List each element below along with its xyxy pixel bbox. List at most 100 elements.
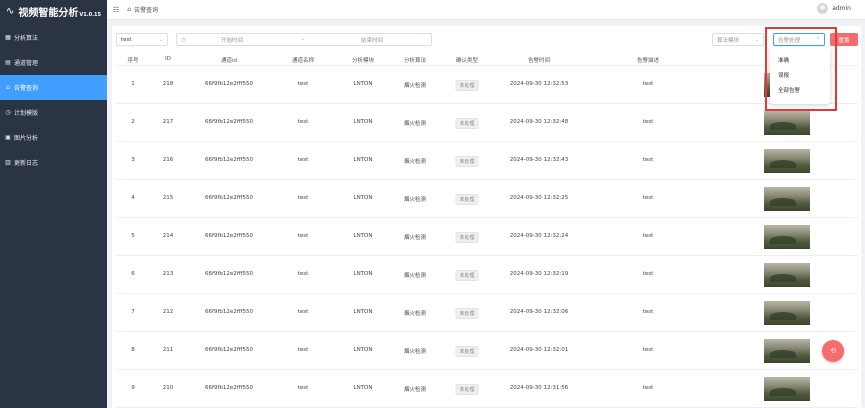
table-header: 序号 ID 通道id 通道名称 分析模块 分析算法 确认类型 告警时间 告警描述 [116,52,858,66]
alarm-snapshot-thumbnail[interactable] [764,111,810,135]
cell-desc: test [642,271,654,277]
status-badge: 未处理 [455,384,479,395]
avatar[interactable] [817,3,829,14]
cell-desc: test [642,309,654,315]
cell-time: 2024-09-30 12:32:06 [509,309,569,315]
home-icon: ⌂ [127,6,132,13]
algorithm-select[interactable]: 算法模块 ⌄ [712,33,764,46]
sidebar-item-1[interactable]: ▤ 通道管理 [0,50,107,75]
column-header: 告警时间 [527,58,551,64]
home-icon: ⌂ [6,83,10,91]
user-menu[interactable]: admin [817,3,851,14]
cell-id: 216 [162,157,174,163]
clock-icon: ◷ [5,108,11,116]
alarm-snapshot-thumbnail[interactable] [764,339,810,363]
column-header: 分析算法 [403,58,427,64]
cell-algorithm: 烟火检测 [403,349,427,355]
sidebar-item-0[interactable]: ▦ 分析算法 [0,25,107,50]
cell-channel-id: 66f9fb12e2fff550 [205,157,253,163]
cell-module: LNTON [353,271,373,277]
cell-algorithm: 烟火检测 [403,235,427,241]
cell-id: 217 [162,119,174,125]
floating-action-button[interactable]: ⟲ [822,340,844,362]
alarm-snapshot-thumbnail[interactable] [764,149,810,173]
cell-time: 2024-09-30 12:32:53 [509,81,569,87]
cell-channel-id: 66f9fb12e2fff550 [205,271,253,277]
cell-index: 4 [131,195,135,201]
cell-desc: test [642,233,654,239]
cell-id: 218 [162,81,174,87]
channel-icon: ▤ [5,58,11,66]
cell-time: 2024-09-30 12:32:01 [509,347,569,353]
table-row[interactable]: 6 213 66f9fb12e2fff550 test LNTON 烟火检测 未处理 2024… [116,256,858,294]
algorithm-select-placeholder: 算法模块 [717,37,740,44]
table-row[interactable]: 9 210 66f9fb12e2fff550 test LNTON 烟火检测 未处理 2024… [116,370,858,408]
log-icon: ▥ [5,158,11,166]
chevron-down-icon: ⌄ [754,37,759,43]
channel-select-value: test [121,36,132,43]
column-header: 通道id [220,58,238,64]
sidebar-item-4[interactable]: ▣ 图片分析 [0,125,107,150]
table-row[interactable]: 5 214 66f9fb12e2fff550 test LNTON 烟火检测 未处理 2024… [116,218,858,256]
cell-time: 2024-09-30 12:32:24 [509,233,569,239]
alarm-snapshot-thumbnail[interactable] [764,301,810,325]
brand: ∿ 视频智能分析V1.0.15 [0,0,107,22]
sidebar-item-5[interactable]: ▥ 更新日志 [0,150,107,175]
alarm-snapshot-thumbnail[interactable] [764,187,810,211]
column-header: 确认类型 [455,58,479,64]
cell-desc: test [642,157,654,163]
cell-module: LNTON [353,385,373,391]
status-badge: 未处理 [455,118,479,129]
cell-module: LNTON [353,347,373,353]
cell-channel-name: test [297,233,309,239]
sidebar-item-label: 分析算法 [14,35,39,42]
cell-index: 9 [131,385,135,391]
cell-channel-name: test [297,347,309,353]
sidebar-item-2[interactable]: ⌂ 告警查询 [0,75,107,100]
image-icon: ▣ [5,133,11,141]
cell-channel-id: 66f9fb12e2fff550 [205,81,253,87]
cell-id: 213 [162,271,174,277]
channel-select[interactable]: test ⌄ [116,33,168,46]
menu-toggle-icon[interactable]: ☷ [113,6,119,14]
cell-desc: test [642,81,654,87]
cell-module: LNTON [353,233,373,239]
cell-index: 2 [131,119,135,125]
breadcrumb: ⌂ 告警查询 [127,5,158,14]
top-header: ☷ ⌂ 告警查询 admin [107,0,865,20]
alarm-snapshot-thumbnail[interactable] [764,225,810,249]
alarm-snapshot-thumbnail[interactable] [764,263,810,287]
column-header: 序号 [127,58,139,64]
column-header: 通道名称 [291,58,315,64]
range-separator: - [302,36,304,43]
clock-icon: ◷ [181,36,186,43]
table-row[interactable]: 3 216 66f9fb12e2fff550 test LNTON 烟火检测 未处理 2024… [116,142,858,180]
date-range-picker[interactable]: ◷ 开始时间 - 结束时间 [176,33,432,46]
start-time-input[interactable]: 开始时间 [221,36,243,44]
sidebar-item-3[interactable]: ◷ 计划模版 [0,100,107,125]
table-row[interactable]: 8 211 66f9fb12e2fff550 test LNTON 烟火检测 未处理 2024… [116,332,858,370]
status-badge: 未处理 [455,194,479,205]
status-badge: 未处理 [455,156,479,167]
table-row[interactable]: 7 212 66f9fb12e2fff550 test LNTON 烟火检测 未处理 2024… [116,294,858,332]
cell-time: 2024-09-30 12:32:25 [509,195,569,201]
cell-algorithm: 烟火检测 [403,197,427,203]
sidebar: ∿ 视频智能分析V1.0.15 ▦ 分析算法 ▤ 通道管理 ⌂ 告警查询 ◷ 计划模版 ▣ 图片分… [0,0,107,408]
cell-channel-name: test [297,271,309,277]
cell-time: 2024-09-30 12:32:19 [509,271,569,277]
table-row[interactable]: 2 217 66f9fb12e2fff550 test LNTON 烟火检测 未处理 2024… [116,104,858,142]
cell-desc: test [642,347,654,353]
end-time-input[interactable]: 结束时间 [361,36,383,44]
cell-time: 2024-09-30 12:31:56 [509,385,569,391]
cell-algorithm: 烟火检测 [403,311,427,317]
alarm-snapshot-thumbnail[interactable] [764,377,810,401]
table-row[interactable]: 4 215 66f9fb12e2fff550 test LNTON 烟火检测 未处理 2024… [116,180,858,218]
table-row[interactable]: 1 218 66f9fb12e2fff550 test LNTON 烟火检测 未处理 2024… [116,66,858,104]
chevron-down-icon: ⌄ [158,37,163,43]
status-badge: 未处理 [455,346,479,357]
cell-channel-name: test [297,119,309,125]
cell-channel-name: test [297,81,309,87]
cell-id: 215 [162,195,174,201]
cell-module: LNTON [353,195,373,201]
cell-index: 8 [131,347,135,353]
